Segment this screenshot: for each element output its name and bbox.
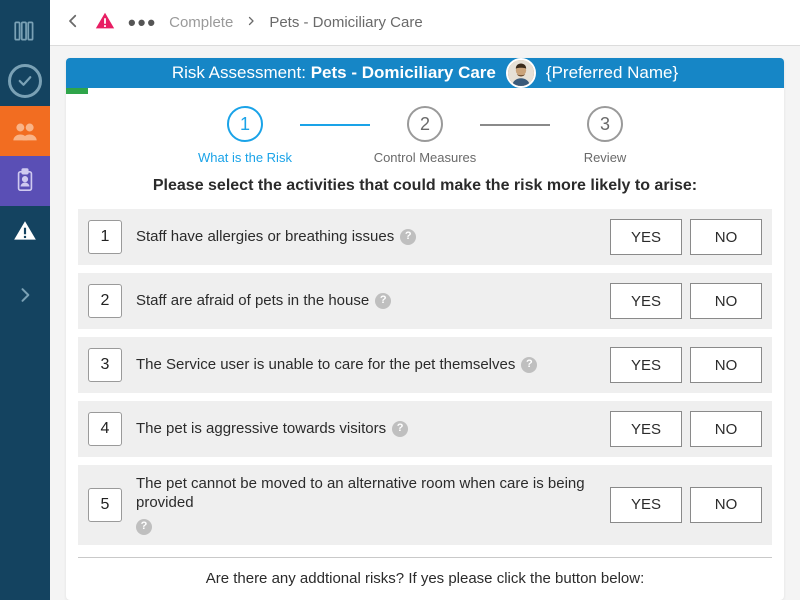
- check-circle-icon: [8, 64, 42, 98]
- sidebar-item-check[interactable]: [0, 56, 50, 106]
- prompt-text: Please select the activities that could …: [66, 171, 784, 209]
- step-connector: [480, 124, 550, 126]
- chevron-right-icon: [245, 15, 257, 27]
- step-number: 2: [407, 106, 443, 142]
- question-row: 3 The Service user is unable to care for…: [78, 337, 772, 393]
- alert-triangle-icon: [12, 218, 38, 244]
- breadcrumb-separator: [245, 14, 257, 31]
- yes-button[interactable]: YES: [610, 411, 682, 447]
- step-number: 3: [587, 106, 623, 142]
- sidebar-item-alert[interactable]: [0, 206, 50, 256]
- question-text: Staff are afraid of pets in the house?: [136, 292, 596, 311]
- question-text: Staff have allergies or breathing issues…: [136, 228, 596, 247]
- more-button[interactable]: •••: [128, 10, 157, 36]
- breadcrumb-current: Pets - Domiciliary Care: [269, 14, 422, 31]
- question-text: The pet cannot be moved to an alternativ…: [136, 475, 596, 535]
- question-number: 1: [88, 220, 122, 254]
- header-title: Pets - Domiciliary Care: [311, 63, 496, 82]
- step-2[interactable]: 2 Control Measures: [370, 106, 480, 165]
- topbar-alert[interactable]: [94, 10, 116, 36]
- question-list: 1 Staff have allergies or breathing issu…: [66, 209, 784, 553]
- sidebar-item-users[interactable]: [0, 106, 50, 156]
- sidebar-item-books[interactable]: [0, 6, 50, 56]
- step-number: 1: [227, 106, 263, 142]
- card: Risk Assessment: Pets - Domiciliary Care…: [66, 58, 784, 600]
- avatar: [506, 58, 536, 88]
- main: ••• Complete Pets - Domiciliary Care Ris…: [50, 0, 800, 600]
- yes-button[interactable]: YES: [610, 487, 682, 523]
- no-button[interactable]: NO: [690, 347, 762, 383]
- question-row: 1 Staff have allergies or breathing issu…: [78, 209, 772, 265]
- yes-button[interactable]: YES: [610, 347, 682, 383]
- card-header: Risk Assessment: Pets - Domiciliary Care…: [66, 58, 784, 88]
- step-1[interactable]: 1 What is the Risk: [190, 106, 300, 165]
- no-button[interactable]: NO: [690, 487, 762, 523]
- question-number: 4: [88, 412, 122, 446]
- question-number: 3: [88, 348, 122, 382]
- topbar: ••• Complete Pets - Domiciliary Care: [50, 0, 800, 46]
- header-prefix: Risk Assessment:: [172, 63, 311, 82]
- yes-button[interactable]: YES: [610, 283, 682, 319]
- help-icon[interactable]: ?: [521, 357, 537, 373]
- additional-prompt: Are there any addtional risks? If yes pl…: [66, 558, 784, 600]
- help-icon[interactable]: ?: [136, 519, 152, 535]
- breadcrumb-prev[interactable]: Complete: [169, 14, 233, 31]
- question-number: 5: [88, 488, 122, 522]
- step-3[interactable]: 3 Review: [550, 106, 660, 165]
- id-badge-icon: [14, 168, 36, 194]
- step-connector: [300, 124, 370, 126]
- no-button[interactable]: NO: [690, 219, 762, 255]
- stepper: 1 What is the Risk 2 Control Measures 3 …: [66, 88, 784, 171]
- preferred-name: {Preferred Name}: [546, 63, 678, 83]
- users-icon: [11, 117, 39, 145]
- question-row: 2 Staff are afraid of pets in the house?…: [78, 273, 772, 329]
- question-text: The Service user is unable to care for t…: [136, 356, 596, 375]
- question-text: The pet is aggressive towards visitors?: [136, 420, 596, 439]
- question-row: 4 The pet is aggressive towards visitors…: [78, 401, 772, 457]
- help-icon[interactable]: ?: [400, 229, 416, 245]
- sidebar-item-expand[interactable]: [0, 270, 50, 320]
- question-number: 2: [88, 284, 122, 318]
- step-label: Review: [584, 150, 627, 165]
- chevron-left-icon: [64, 12, 82, 30]
- yes-button[interactable]: YES: [610, 219, 682, 255]
- alert-triangle-icon: [94, 10, 116, 32]
- sidebar: [0, 0, 50, 600]
- books-icon: [12, 18, 38, 44]
- back-button[interactable]: [64, 12, 82, 34]
- chevron-right-icon: [15, 285, 35, 305]
- no-button[interactable]: NO: [690, 283, 762, 319]
- step-label: What is the Risk: [198, 150, 292, 165]
- help-icon[interactable]: ?: [392, 421, 408, 437]
- sidebar-item-badge[interactable]: [0, 156, 50, 206]
- no-button[interactable]: NO: [690, 411, 762, 447]
- step-label: Control Measures: [374, 150, 477, 165]
- help-icon[interactable]: ?: [375, 293, 391, 309]
- question-row: 5 The pet cannot be moved to an alternat…: [78, 465, 772, 545]
